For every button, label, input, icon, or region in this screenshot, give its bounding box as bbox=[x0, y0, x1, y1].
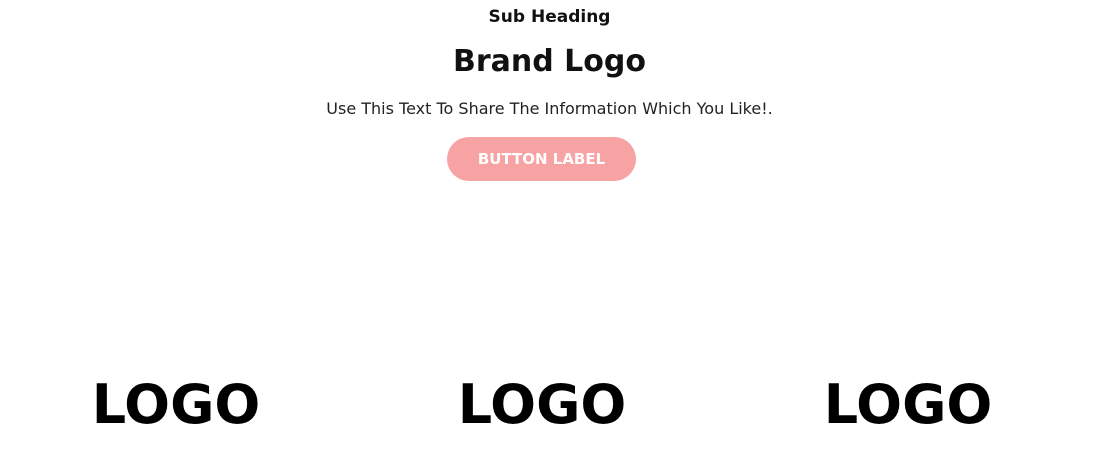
description-text: Use This Text To Share The Information W… bbox=[326, 99, 773, 118]
cta-button[interactable]: BUTTON LABEL bbox=[447, 137, 636, 181]
page-title: Brand Logo bbox=[453, 44, 646, 79]
logo-row: LOGO LOGO LOGO bbox=[0, 372, 1099, 438]
brand-logo-3: LOGO bbox=[823, 373, 993, 436]
brand-logo-2: LOGO bbox=[457, 373, 627, 436]
sub-heading: Sub Heading bbox=[488, 7, 611, 27]
brand-logo-1: LOGO bbox=[91, 373, 261, 436]
